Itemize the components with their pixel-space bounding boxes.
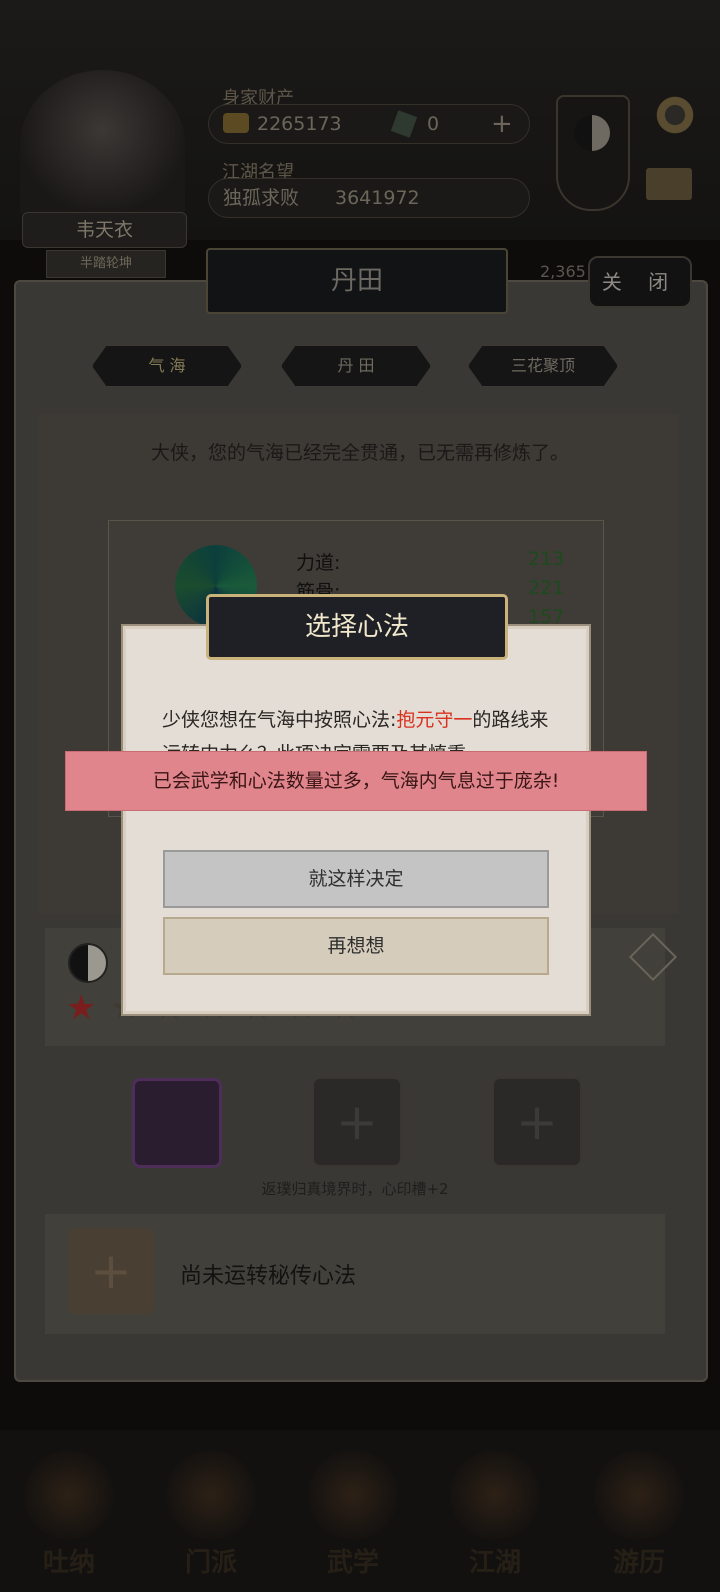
jade-value: 0 bbox=[427, 113, 440, 135]
nav-wuxue-icon bbox=[308, 1450, 398, 1540]
nav-jianghu[interactable]: 江湖 bbox=[440, 1450, 550, 1580]
slot-hint: 返璞归真境界时，心印槽+2 bbox=[261, 1180, 449, 1198]
mail-icon[interactable] bbox=[646, 168, 692, 200]
nav-jianghu-icon bbox=[450, 1450, 540, 1540]
warning-toast: 已会武学和心法数量过多，气海内气息过于庞杂! bbox=[65, 751, 647, 811]
nav-label: 游历 bbox=[612, 1548, 665, 1578]
coins-value: 2265173 bbox=[257, 113, 342, 135]
nav-menpai[interactable]: 门派 bbox=[156, 1450, 266, 1580]
player-rank: 半踏轮坤 bbox=[46, 250, 166, 278]
dialog-text-prefix: 少侠您想在气海中按照心法: bbox=[162, 709, 397, 731]
nav-label: 江湖 bbox=[468, 1548, 521, 1578]
coin-icon bbox=[223, 113, 249, 133]
star-icon: ★ bbox=[66, 988, 97, 1028]
secret-technique-text: 尚未运转秘传心法 bbox=[180, 1264, 357, 1289]
taiji-emblem[interactable] bbox=[556, 95, 630, 211]
nav-menpai-icon bbox=[166, 1450, 256, 1540]
side-value: 2,365 bbox=[540, 262, 586, 281]
nav-label: 门派 bbox=[184, 1548, 237, 1578]
secret-slot[interactable]: + bbox=[68, 1228, 154, 1314]
tab-qihai[interactable]: 气 海 bbox=[92, 345, 242, 387]
nav-tuna[interactable]: 吐纳 bbox=[14, 1450, 124, 1580]
nav-youli-icon bbox=[594, 1450, 684, 1540]
tab-sanhua[interactable]: 三花聚顶 bbox=[468, 345, 618, 387]
reputation-bar: 独孤求败 3641972 bbox=[208, 178, 530, 218]
reputation-value: 3641972 bbox=[335, 187, 420, 209]
close-button[interactable]: 关 闭 bbox=[588, 256, 692, 308]
wealth-bar: 2265173 0 + bbox=[208, 104, 530, 144]
cancel-button[interactable]: 再想想 bbox=[163, 917, 549, 975]
confirm-button[interactable]: 就这样决定 bbox=[163, 850, 549, 908]
player-title: 独孤求败 bbox=[223, 187, 300, 209]
stat-value: 213 bbox=[528, 548, 565, 570]
yin-yang-icon bbox=[68, 943, 108, 983]
yin-yang-icon bbox=[574, 115, 610, 151]
nav-label: 吐纳 bbox=[42, 1548, 95, 1578]
player-name: 韦天衣 bbox=[22, 212, 187, 248]
settings-gear-icon[interactable] bbox=[652, 92, 698, 138]
tab-dantian[interactable]: 丹 田 bbox=[281, 345, 431, 387]
nav-youli[interactable]: 游历 bbox=[584, 1450, 694, 1580]
dialog-title: 选择心法 bbox=[206, 594, 508, 660]
jade-icon bbox=[390, 110, 418, 138]
nav-tuna-icon bbox=[24, 1450, 114, 1540]
nav-label: 武学 bbox=[326, 1548, 379, 1578]
nav-wuxue[interactable]: 武学 bbox=[298, 1450, 408, 1580]
empty-slot[interactable]: + bbox=[312, 1077, 402, 1167]
panel-title: 丹田 bbox=[206, 248, 508, 314]
method-name: 抱元守一 bbox=[396, 709, 473, 731]
empty-slot[interactable]: + bbox=[492, 1077, 582, 1167]
stat-value: 221 bbox=[528, 577, 565, 599]
player-portrait[interactable] bbox=[20, 70, 185, 220]
add-currency-button[interactable]: + bbox=[491, 105, 513, 143]
status-message: 大侠，您的气海已经完全贯通，已无需再修炼了。 bbox=[150, 442, 569, 464]
scroll-book-icon[interactable] bbox=[132, 1078, 222, 1168]
stat-label: 力道: bbox=[296, 552, 341, 574]
